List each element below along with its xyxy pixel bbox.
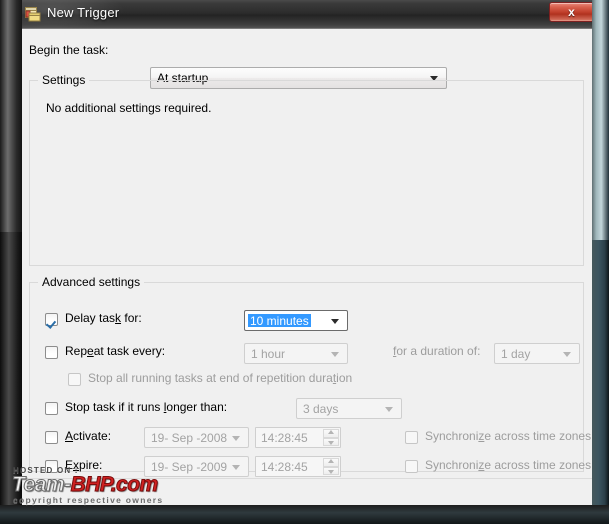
duration-value: 1 day (501, 346, 531, 361)
expire-date-value: 19- Sep -2009 (151, 459, 228, 474)
activate-time-field[interactable]: 14:28:45 (255, 427, 341, 448)
close-button[interactable]: x (549, 2, 594, 22)
stop-task-longer-checkbox[interactable] (45, 402, 58, 415)
delay-task-combobox[interactable]: 10 minutes (244, 310, 348, 331)
repeat-task-checkbox[interactable] (45, 346, 58, 359)
stop-all-running-tasks-checkbox[interactable] (68, 373, 81, 386)
chevron-down-icon (563, 351, 571, 357)
spinner-down-icon[interactable] (323, 466, 339, 475)
close-icon: x (568, 5, 575, 19)
stop-all-running-tasks-label: Stop all running tasks at end of repetit… (88, 371, 353, 385)
spinner-up-icon[interactable] (323, 458, 339, 467)
stop-task-longer-combobox[interactable]: 3 days (296, 398, 402, 419)
screenshot-root: New Trigger x Begin the task: At startup… (0, 0, 609, 524)
settings-group-legend: Settings (38, 73, 90, 87)
stop-task-longer-value: 3 days (303, 401, 339, 416)
duration-label: for a duration of: (393, 344, 481, 358)
no-settings-message: No additional settings required. (46, 101, 212, 115)
screenshot-right-edge-artifact-lower (592, 240, 609, 524)
title-bar[interactable]: New Trigger x (15, 0, 598, 29)
screenshot-left-edge-artifact-lower (0, 232, 22, 524)
repeat-interval-combobox[interactable]: 1 hour (244, 343, 348, 364)
delay-task-value: 10 minutes (248, 313, 311, 328)
repeat-task-label: Repeat task every: (65, 344, 166, 358)
expire-sync-timezones-label: Synchronize across time zones (425, 458, 592, 472)
repeat-interval-value: 1 hour (251, 346, 286, 361)
chevron-down-icon (232, 464, 240, 470)
delay-task-label: Delay task for: (65, 311, 142, 325)
activate-sync-timezones-checkbox[interactable] (405, 431, 418, 444)
activate-date-picker[interactable]: 19- Sep -2008 (144, 427, 249, 448)
form-window-icon (25, 7, 41, 22)
activate-label: Activate: (65, 429, 112, 443)
chevron-down-icon (331, 351, 339, 357)
chevron-down-icon (385, 406, 393, 412)
advanced-settings-group-legend: Advanced settings (38, 275, 145, 289)
expire-checkbox[interactable] (45, 460, 58, 473)
duration-combobox[interactable]: 1 day (494, 343, 580, 364)
expire-time-spinner[interactable] (323, 458, 339, 475)
activate-checkbox[interactable] (45, 431, 58, 444)
expire-label: Expire: (65, 458, 103, 472)
window-title: New Trigger (47, 5, 120, 20)
new-trigger-dialog: New Trigger x Begin the task: At startup… (14, 0, 598, 524)
activate-time-spinner[interactable] (323, 429, 339, 446)
activate-sync-timezones-label: Synchronize across time zones (425, 429, 592, 443)
delay-task-checkbox[interactable] (45, 313, 58, 326)
dialog-body: Begin the task: At startup Settings No a… (15, 29, 598, 524)
spinner-up-icon[interactable] (323, 429, 339, 438)
advanced-settings-group: Advanced settings Delay task for: 10 min… (29, 275, 591, 502)
expire-sync-timezones-checkbox[interactable] (405, 460, 418, 473)
chevron-down-icon (232, 435, 240, 441)
chevron-down-icon (331, 318, 339, 324)
screenshot-bottom-edge-artifact (0, 505, 609, 524)
expire-time-value: 14:28:45 (261, 459, 308, 474)
expire-date-picker[interactable]: 19- Sep -2009 (144, 456, 249, 477)
activate-date-value: 19- Sep -2008 (151, 430, 228, 445)
stop-task-longer-label: Stop task if it runs longer than: (65, 400, 228, 414)
begin-task-label: Begin the task: (29, 43, 109, 57)
expire-time-field[interactable]: 14:28:45 (255, 456, 341, 477)
spinner-down-icon[interactable] (323, 437, 339, 446)
activate-time-value: 14:28:45 (261, 430, 308, 445)
settings-group: Settings No additional settings required… (29, 73, 584, 266)
